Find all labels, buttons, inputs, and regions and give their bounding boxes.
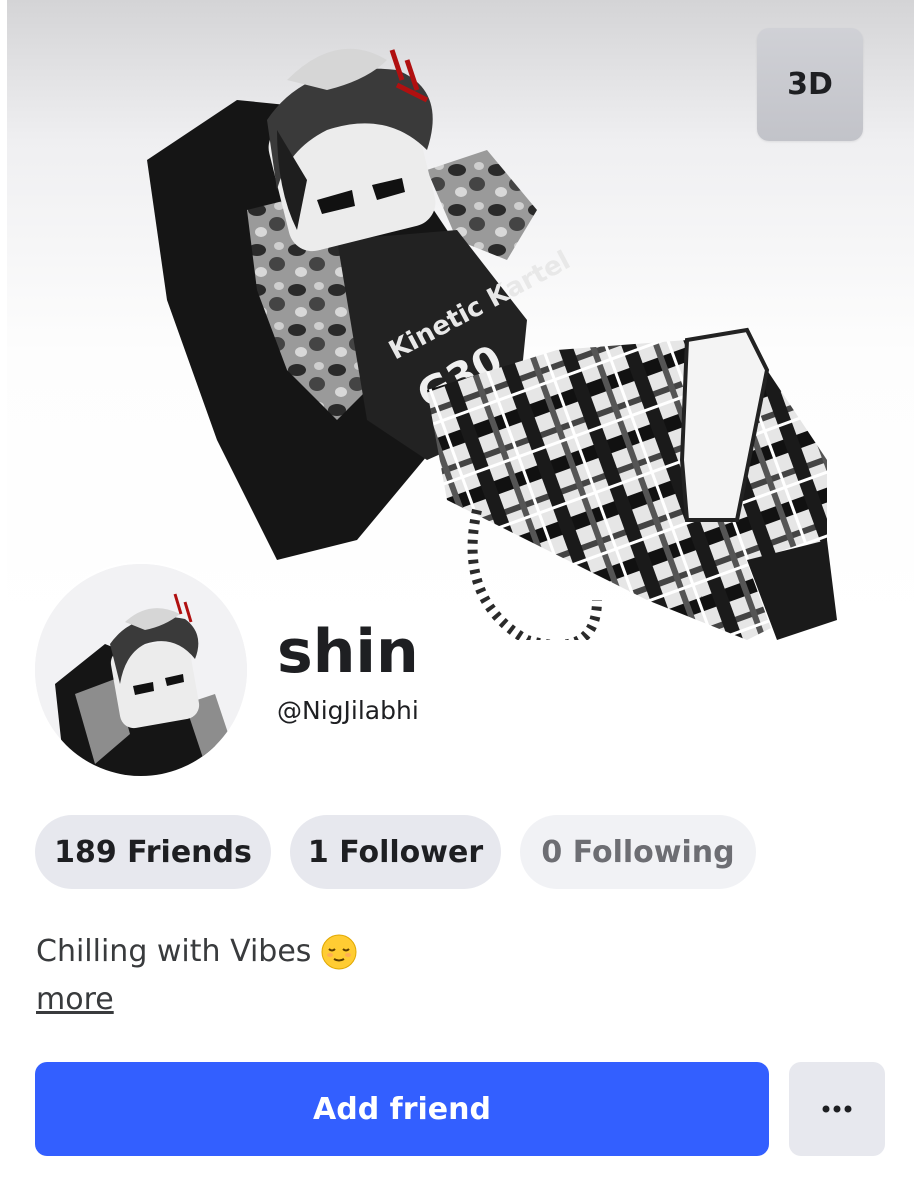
bio-more-link[interactable]: more	[36, 980, 114, 1020]
toggle-3d-button[interactable]: 3D	[757, 28, 863, 141]
more-options-button[interactable]	[789, 1062, 885, 1156]
friends-count-pill[interactable]: 189 Friends	[35, 815, 271, 889]
avatar-3d-render: Kinetic Kartel G30	[147, 48, 837, 640]
display-name: shin	[277, 617, 419, 687]
avatar-headshot-image	[35, 564, 247, 776]
username: @NigJilabhi	[277, 696, 419, 725]
followers-count-pill[interactable]: 1 Follower	[290, 815, 501, 889]
bio: Chilling with Vibes	[36, 930, 357, 974]
add-friend-button[interactable]: Add friend	[35, 1062, 769, 1156]
ellipsis-icon	[822, 1105, 852, 1113]
relieved-face-icon	[321, 934, 357, 970]
avatar-hero[interactable]: Kinetic Kartel G30 3D	[7, 0, 914, 640]
following-count-pill[interactable]: 0 Following	[520, 815, 756, 889]
avatar-headshot[interactable]	[35, 564, 247, 776]
bio-text: Chilling with Vibes	[36, 934, 312, 969]
